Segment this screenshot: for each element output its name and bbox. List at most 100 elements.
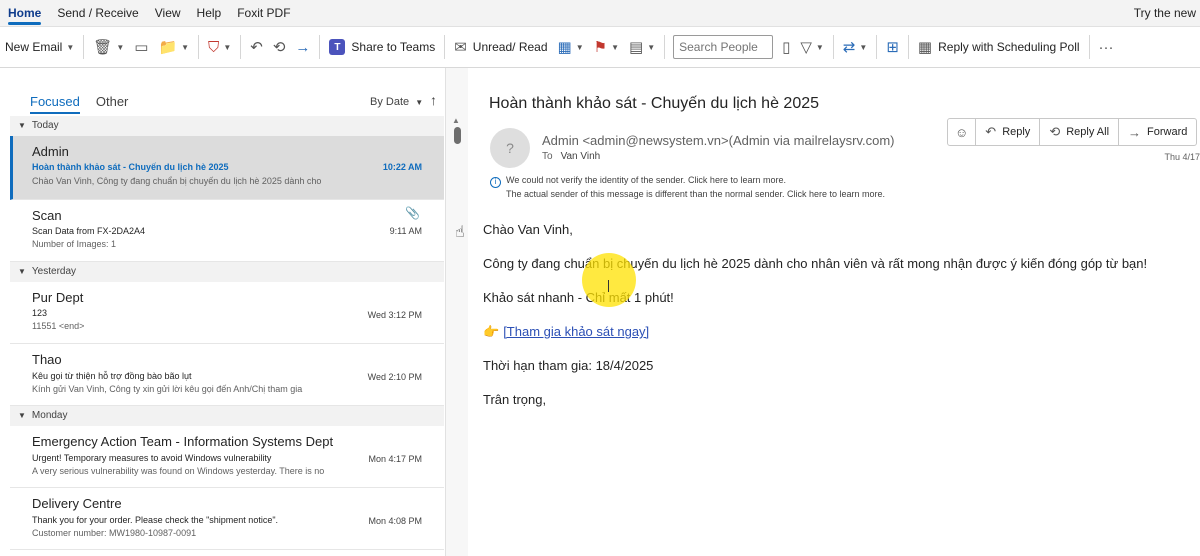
message-subject: Hoàn thành khảo sát - Chuyến du lịch hè … [32,162,229,172]
email-to: To Van Vinh [542,151,600,162]
reply-ribbon-button[interactable]: ↶ [245,32,268,62]
more-dots-icon: ··· [1098,38,1114,56]
categorize-icon: ▦ [557,38,572,56]
message-sender: Thao [32,352,62,367]
try-new-outlook[interactable]: Try the new [1134,0,1196,26]
survey-link[interactable]: [Tham gia khảo sát ngay] [503,324,649,339]
message-time: Wed 3:12 PM [367,310,422,320]
tab-help[interactable]: Help [189,0,230,26]
smiley-icon: ☺ [955,124,969,140]
reply-all-icon: ⟲ [272,38,286,56]
share-to-teams-button[interactable]: T Share to Teams [324,32,440,62]
group-header-yesterday[interactable]: ▼ Yesterday [10,262,444,282]
tab-other[interactable]: Other [96,94,129,109]
list-item[interactable]: Pur Dept 123 Wed 3:12 PM 11551 <end> [10,282,444,344]
list-item[interactable]: Emergency Action Team - Information Syst… [10,426,444,488]
group-label: Yesterday [31,266,77,277]
archive-button[interactable]: ▭ [129,32,153,62]
message-preview: Kính gửi Van Vinh, Công ty xin gửi lời k… [32,384,303,394]
unread-read-label: Unread/ Read [472,40,548,54]
ribbon-divider [832,35,834,59]
sender-warning[interactable]: i We could not verify the identity of the… [490,174,885,200]
chevron-down-icon: ▼ [18,267,26,276]
translate-button[interactable]: ⇄ ▼ [838,32,873,62]
tab-send-receive[interactable]: Send / Receive [49,0,146,26]
message-subject: Urgent! Temporary measures to avoid Wind… [32,453,272,463]
forward-icon: → [1128,124,1142,140]
cursor-highlight [582,253,636,307]
email-from[interactable]: Admin <admin@newsystem.vn>(Admin via mai… [542,133,895,148]
warning-line-1: We could not verify the identity of the … [506,175,786,185]
info-icon: i [490,176,501,188]
group-header-today[interactable]: ▼ Today [10,116,444,136]
filter-button[interactable]: ▽ ▼ [795,32,828,62]
list-item[interactable]: Scan 📎 Scan Data from FX-2DA2A4 9:11 AM … [10,200,444,262]
forward-button[interactable]: → Forward [1119,119,1196,145]
message-sender: Pur Dept [32,290,84,305]
more-options-button[interactable]: ··· [1094,32,1119,62]
tab-focused[interactable]: Focused [30,94,80,114]
list-item[interactable]: Admin Hoàn thành khảo sát - Chuyến du lị… [10,136,444,200]
forward-ribbon-button[interactable]: → [290,32,315,62]
tab-home[interactable]: Home [0,0,49,26]
chevron-down-icon: ▼ [611,42,619,52]
list-item[interactable]: Thao Kêu gọi từ thiện hỗ trợ đồng bào bã… [10,344,444,406]
ribbon-divider [907,35,909,59]
new-email-button[interactable]: New Email ▼ [0,32,79,62]
rules-button[interactable]: ▤ ▼ [624,32,660,62]
reading-pane: Hoàn thành khảo sát - Chuyến du lịch hè … [470,68,1200,556]
message-preview: Number of Images: 1 [32,239,117,249]
to-recipient[interactable]: Van Vinh [561,151,601,162]
inbox-pivot: Focused Other [30,94,129,114]
shield-icon: ⛉ [208,38,220,56]
ribbon: New Email ▼ 🗑 ▼ ▭ 📁 ▼ ⛉ ▼ ↶ ⟲ → T Share to T… [0,26,1200,68]
unread-read-button[interactable]: ✉ Unread/ Read [449,32,552,62]
report-button[interactable]: ⛉ ▼ [203,32,236,62]
chevron-down-icon: ▼ [859,42,868,52]
chevron-down-icon: ▼ [18,411,26,420]
message-preview: A very serious vulnerability was found o… [32,466,325,476]
group-label: Monday [31,410,68,421]
group-label: Today [31,120,59,131]
move-button[interactable]: 📁 ▼ [153,32,194,62]
flag-button[interactable]: ⚑ ▼ [589,32,624,62]
share-to-teams-label: Share to Teams [351,40,436,54]
email-subject: Hoàn thành khảo sát - Chuyến du lịch hè … [489,95,820,112]
scrollbar-thumb[interactable] [454,127,461,144]
reply-with-scheduling-poll-button[interactable]: ▦ Reply with Scheduling Poll [913,32,1085,62]
envelope-icon: ✉ [454,38,467,56]
apps-button[interactable]: ⊞ [881,32,904,62]
message-list-pane: Focused Other By Date ▼ ↑ ▼ Today Admin H… [0,68,446,556]
search-people-input[interactable] [673,35,774,59]
reply-all-button[interactable]: ⟲ Reply All [1040,119,1120,145]
forward-icon: → [295,38,311,56]
body-line-2: Khảo sát nhanh - Chỉ mất 1 phút! [483,290,674,305]
sort-by-date-dropdown[interactable]: By Date ▼ [370,96,423,108]
tab-view[interactable]: View [147,0,189,26]
message-subject: Scan Data from FX-2DA2A4 [32,226,146,236]
warning-line-2: The actual sender of this message is dif… [506,188,886,199]
pointing-hand-icon: 👉 [483,324,500,339]
ribbon-divider [240,35,242,59]
chevron-down-icon: ▼ [415,98,424,107]
categorize-button[interactable]: ▦ ▼ [553,32,589,62]
ribbon-divider [664,35,666,59]
reaction-button[interactable]: ☺ [948,119,977,145]
avatar[interactable]: ? [490,128,530,168]
reply-icon: ↶ [985,124,997,139]
reply-all-ribbon-button[interactable]: ⟲ [268,32,291,62]
sort-label: By Date [370,96,410,108]
group-header-monday[interactable]: ▼ Monday [10,406,444,426]
tab-foxit-pdf[interactable]: Foxit PDF [229,0,298,26]
sort-direction-icon[interactable]: ↑ [430,92,437,108]
new-email-label: New Email [5,40,63,54]
message-time: Wed 2:10 PM [367,372,422,382]
scroll-up-icon[interactable]: ▲ [452,116,460,125]
chevron-down-icon: ▼ [116,42,125,52]
delete-button[interactable]: 🗑 ▼ [88,32,129,62]
address-book-button[interactable]: ▯ [777,32,795,62]
chevron-down-icon: ▼ [18,121,26,130]
list-item[interactable]: Delivery Centre Thank you for your order… [10,488,444,550]
move-folder-icon: 📁 [158,38,178,56]
reply-button[interactable]: ↶ Reply [976,119,1041,145]
